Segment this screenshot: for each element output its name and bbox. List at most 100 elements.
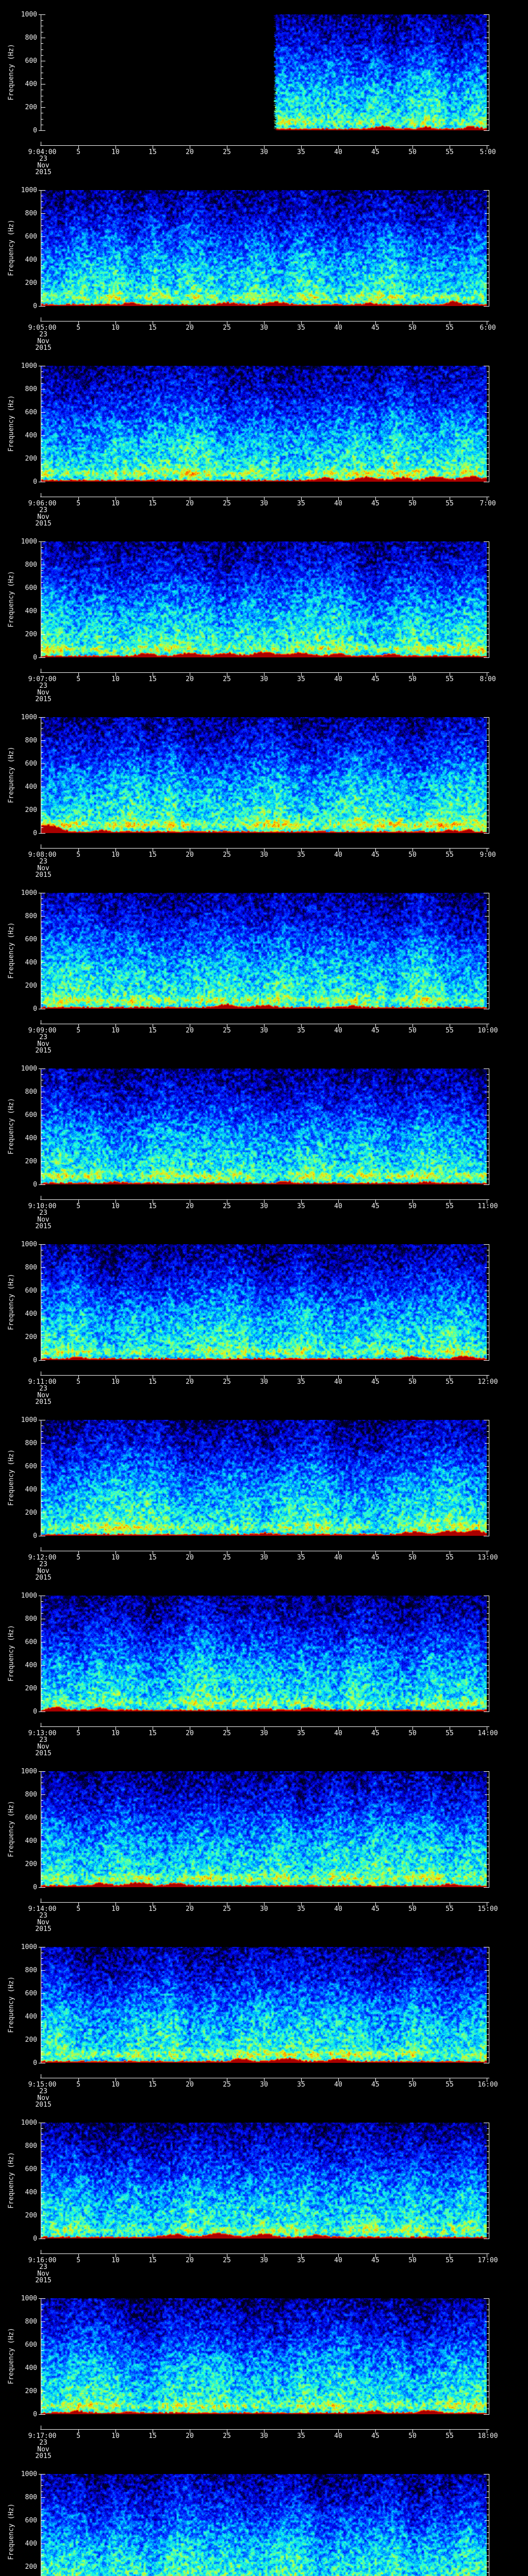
y-tick-mark [485, 1267, 489, 1268]
y-tick-mark [487, 377, 489, 378]
frequency-axis-title: Frequency (Hz) [7, 219, 15, 276]
x-axis [40, 1375, 489, 1376]
x-tick-label: 30 [260, 1027, 268, 1035]
spectrogram-heatmap [41, 366, 487, 482]
x-tick-label: 45 [371, 2257, 380, 2264]
y-tick-mark [487, 277, 489, 278]
x-tick-label: 35 [297, 1378, 305, 1386]
x-tick-label: 50 [408, 2257, 417, 2264]
y-tick-mark [41, 1138, 45, 1139]
y-tick-mark [41, 1273, 43, 1274]
y-tick-label: 0 [33, 127, 37, 134]
spectrogram-heatmap [41, 717, 487, 833]
y-tick-label: 200 [25, 104, 37, 111]
spectrogram-heatmap [41, 14, 487, 130]
y-tick-mark [487, 559, 489, 560]
y-tick-label: 400 [25, 783, 37, 791]
y-tick-mark [487, 997, 489, 998]
x-tick-label: 25 [223, 1905, 231, 1913]
y-tick-mark [487, 2509, 489, 2510]
x-tick-label: 40 [334, 324, 342, 332]
x-tick-label: 20 [186, 2257, 194, 2264]
x-tick-label: 10 [111, 851, 120, 859]
frequency-axis-title: Frequency (Hz) [7, 1449, 15, 1506]
y-tick-mark [41, 769, 43, 770]
spectrogram-panel: Frequency (Hz) 9:12:00 13:00 23 Nov 2015… [0, 1417, 528, 1596]
y-tick-mark [487, 101, 489, 102]
y-tick-mark [41, 2520, 45, 2521]
y-tick-mark [487, 1296, 489, 1297]
x-tick-label: 20 [186, 1027, 194, 1035]
y-tick-mark [485, 1161, 489, 1162]
y-tick-mark [487, 2034, 489, 2035]
y-tick-mark [41, 2221, 43, 2222]
x-tick-label: 40 [334, 1027, 342, 1035]
y-tick-label: 800 [25, 912, 37, 920]
x-tick-label: 15 [148, 1378, 157, 1386]
x-tick-label: 30 [260, 851, 268, 859]
y-tick-label: 1000 [21, 2470, 37, 2478]
y-tick-label: 400 [25, 256, 37, 264]
y-tick-mark [485, 2391, 489, 2392]
y-tick-mark [41, 916, 45, 917]
x-tick-label: 10 [111, 1378, 120, 1386]
x-tick-label: 20 [186, 1554, 194, 1562]
y-tick-mark [485, 1489, 489, 1490]
y-tick-mark [487, 1086, 489, 1087]
x-tick-label: 35 [297, 1554, 305, 1562]
spectrogram-heatmap [41, 1069, 487, 1184]
x-tick-label: 55 [446, 2081, 454, 2089]
date-year-label: 2015 [35, 168, 52, 176]
y-tick-mark [487, 646, 489, 647]
y-tick-label: 600 [25, 57, 37, 65]
y-tick-mark [487, 1835, 489, 1836]
spectrogram-panel: Frequency (Hz) 9:04:00 5:00 23 Nov 2015 … [0, 11, 528, 190]
y-tick-label: 200 [25, 1860, 37, 1868]
y-tick-mark [487, 55, 489, 56]
y-tick-mark [41, 213, 45, 214]
y-tick-mark [41, 236, 45, 237]
x-tick-label: 40 [334, 2081, 342, 2089]
x-tick-label: 15 [148, 500, 157, 507]
y-tick-mark [487, 781, 489, 782]
y-tick-mark [487, 43, 489, 44]
y-tick-label: 600 [25, 1111, 37, 1119]
y-tick-mark [487, 1858, 489, 1859]
y-tick-mark [41, 20, 43, 21]
spectrogram-panel: Frequency (Hz) 9:15:00 16:00 23 Nov 2015… [0, 1943, 528, 2123]
spectrogram-panel: Frequency (Hz) 9:18:00 19:00 23 Nov 2015… [0, 2470, 528, 2576]
x-tick-label: 40 [334, 675, 342, 683]
spectrogram-heatmap [41, 1771, 487, 1887]
x-tick-label: 10 [111, 148, 120, 156]
date-year-label: 2015 [35, 1750, 52, 1757]
y-tick-mark [41, 2022, 43, 2023]
y-tick-mark [487, 1132, 489, 1133]
y-tick-label: 600 [25, 2517, 37, 2524]
x-tick-label: 50 [408, 324, 417, 332]
y-tick-mark [41, 2532, 43, 2533]
y-tick-mark [487, 470, 489, 471]
y-tick-label: 200 [25, 1333, 37, 1341]
y-tick-label: 1000 [21, 1943, 37, 1951]
x-tick-label: 55 [446, 1378, 454, 1386]
x-tick-label: 50 [408, 2081, 417, 2089]
y-tick-mark [487, 1437, 489, 1438]
y-tick-label: 1000 [21, 1065, 37, 1073]
y-tick-mark [41, 476, 43, 477]
y-tick-mark [41, 781, 43, 782]
y-tick-mark [41, 1302, 43, 1303]
y-tick-mark [41, 582, 43, 583]
y-tick-mark [41, 547, 43, 548]
x-tick-label: 15 [148, 2257, 157, 2264]
y-tick-mark [487, 1659, 489, 1660]
y-tick-mark [41, 2526, 43, 2527]
y-tick-mark [487, 2385, 489, 2386]
y-tick-mark [41, 1109, 43, 1110]
y-tick-mark [41, 2572, 43, 2573]
y-tick-mark [487, 447, 489, 448]
x-tick-label: 10 [111, 2257, 120, 2264]
y-tick-mark [41, 254, 43, 255]
spectrogram-panel: Frequency (Hz) 9:07:00 8:00 23 Nov 2015 … [0, 538, 528, 717]
x-tick-label: 5 [76, 1378, 80, 1386]
y-tick-mark [487, 1097, 489, 1098]
